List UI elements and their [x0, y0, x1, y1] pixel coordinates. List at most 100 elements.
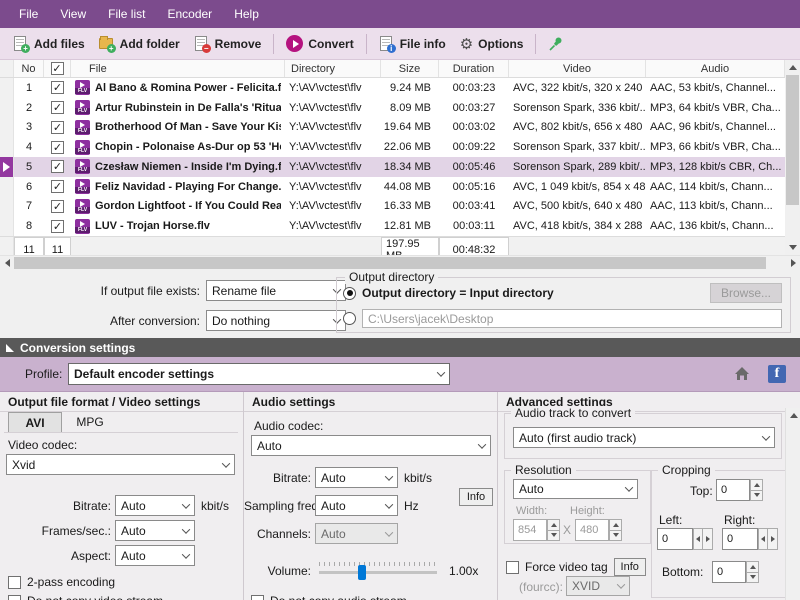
col-header-file[interactable]: File	[71, 60, 285, 77]
audio-info-button[interactable]: Info	[459, 488, 493, 506]
scroll-up-button[interactable]	[786, 408, 800, 423]
directory-cell: Y:\AV\vctest\flv	[289, 180, 362, 193]
channels-select[interactable]: Auto	[315, 523, 398, 544]
menu-file[interactable]: File	[8, 0, 49, 28]
row-checkbox[interactable]: ✓	[51, 219, 64, 233]
row-gutter	[0, 97, 14, 118]
col-header-size[interactable]: Size	[381, 60, 439, 77]
home-button[interactable]	[733, 365, 751, 383]
profile-select[interactable]: Default encoder settings	[68, 363, 450, 385]
conversion-settings-header[interactable]: Conversion settings	[0, 338, 800, 357]
custom-directory-input[interactable]: C:\Users\jacek\Desktop	[362, 309, 782, 328]
row-checkbox[interactable]: ✓	[51, 180, 64, 194]
table-row[interactable]: 5 ✓ FLV Czesław Niemen - Inside I'm Dying.f…	[0, 157, 785, 177]
table-row[interactable]: 8 ✓ FLV LUV - Trojan Horse.flv Y:\AV\vctest\…	[0, 216, 785, 236]
crop-left-stepper[interactable]: 0	[657, 528, 713, 550]
chevron-down-icon	[473, 436, 490, 455]
col-header-audio[interactable]: Audio	[646, 60, 785, 77]
height-stepper[interactable]: 480	[575, 519, 622, 541]
row-checkbox[interactable]: ✓	[51, 199, 64, 213]
row-checkbox[interactable]: ✓	[51, 140, 64, 154]
add-folder-button[interactable]: + Add folder	[92, 33, 187, 55]
header-gutter	[0, 60, 14, 77]
options-button[interactable]: ⚙ Options	[453, 33, 531, 55]
scroll-thumb[interactable]	[14, 257, 766, 269]
menu-encoder[interactable]: Encoder	[156, 0, 223, 28]
col-header-directory[interactable]: Directory	[285, 60, 381, 77]
pin-button[interactable]	[541, 33, 571, 55]
crop-right-stepper[interactable]: 0	[722, 528, 778, 550]
conversion-settings-panels: Output file format / Video settings AVI …	[0, 392, 800, 600]
same-directory-radio[interactable]	[343, 286, 356, 300]
table-vertical-scrollbar[interactable]	[785, 60, 800, 255]
row-checkbox[interactable]: ✓	[51, 101, 64, 115]
remove-button[interactable]: − Remove	[187, 33, 269, 55]
flv-file-icon: FLV	[75, 179, 90, 195]
select-all-checkbox-cell: ✓	[44, 60, 71, 77]
col-header-no[interactable]: No	[14, 60, 44, 77]
slider-track	[319, 571, 437, 574]
audio-track-select[interactable]: Auto (first audio track)	[513, 427, 775, 448]
file-info-label: File info	[399, 36, 446, 51]
aspect-select[interactable]: Auto	[115, 545, 195, 566]
col-header-duration[interactable]: Duration	[439, 60, 509, 77]
spin-buttons[interactable]	[750, 479, 763, 501]
row-checkbox[interactable]: ✓	[51, 160, 64, 174]
scroll-up-button[interactable]	[785, 60, 800, 75]
table-row[interactable]: 6 ✓ FLV Feliz Navidad - Playing For Change.…	[0, 176, 785, 197]
spin-buttons[interactable]	[547, 519, 560, 541]
scroll-left-button[interactable]	[0, 256, 14, 270]
file-info-button[interactable]: i File info	[372, 33, 453, 55]
browse-button[interactable]: Browse...	[710, 283, 782, 303]
spin-buttons[interactable]	[609, 519, 622, 541]
width-stepper[interactable]: 854	[513, 519, 560, 541]
table-row[interactable]: 7 ✓ FLV Gordon Lightfoot - If You Could Rea…	[0, 196, 785, 217]
force-tag-info-button[interactable]: Info	[613, 558, 646, 576]
audio-codec-select[interactable]: Auto	[251, 435, 491, 456]
tab-mpg[interactable]: MPG	[63, 412, 117, 432]
scroll-down-button[interactable]	[785, 240, 800, 255]
if-exists-select[interactable]: Rename file	[206, 280, 346, 301]
after-conversion-select[interactable]: Do nothing	[206, 310, 346, 331]
two-pass-checkbox[interactable]	[8, 575, 21, 589]
video-codec-select[interactable]: Xvid	[6, 454, 235, 475]
row-checkbox[interactable]: ✓	[51, 120, 64, 134]
convert-button[interactable]: Convert	[279, 32, 360, 55]
select-all-checkbox[interactable]: ✓	[50, 62, 64, 75]
scroll-thumb[interactable]	[786, 75, 799, 205]
resolution-select[interactable]: Auto	[513, 479, 638, 499]
table-row[interactable]: 2 ✓ FLV Artur Rubinstein in De Falla's 'Rit…	[0, 97, 785, 118]
no-copy-audio-checkbox[interactable]	[251, 594, 264, 600]
toolbar-separator	[273, 33, 275, 54]
no-copy-video-checkbox[interactable]	[8, 594, 21, 600]
table-row[interactable]: 3 ✓ FLVBrotherhood Of Man - Save Your Kiss…	[0, 117, 785, 138]
volume-slider[interactable]	[319, 562, 437, 580]
menu-view[interactable]: View	[49, 0, 97, 28]
menu-help[interactable]: Help	[223, 0, 270, 28]
duration-cell: 00:03:02	[452, 121, 496, 134]
sampling-select[interactable]: Auto	[315, 495, 398, 516]
spin-buttons[interactable]	[746, 561, 759, 583]
spin-buttons[interactable]	[758, 528, 778, 550]
table-horizontal-scrollbar[interactable]	[0, 255, 800, 269]
advanced-panel-scrollbar[interactable]	[785, 408, 800, 600]
force-video-tag-checkbox[interactable]	[506, 560, 519, 574]
row-checkbox[interactable]: ✓	[51, 81, 64, 95]
fps-select[interactable]: Auto	[115, 520, 195, 541]
tab-avi[interactable]: AVI	[8, 412, 62, 432]
col-header-video[interactable]: Video	[509, 60, 646, 77]
video-bitrate-select[interactable]: Auto	[115, 495, 195, 516]
add-files-button[interactable]: + Add files	[6, 33, 92, 55]
custom-directory-radio[interactable]	[343, 312, 356, 325]
slider-thumb[interactable]	[357, 565, 366, 580]
spin-buttons[interactable]	[693, 528, 713, 550]
fourcc-select[interactable]: XVID	[566, 576, 630, 596]
crop-bottom-stepper[interactable]: 0	[712, 561, 759, 583]
audio-bitrate-select[interactable]: Auto	[315, 467, 398, 488]
facebook-button[interactable]: f	[768, 365, 786, 383]
crop-top-stepper[interactable]: 0	[716, 479, 763, 501]
table-row[interactable]: 4 ✓ FLV Chopin - Polonaise As-Dur op 53 'He…	[0, 137, 785, 157]
table-row[interactable]: 1 ✓ FLV Al Bano & Romina Power - Felicita.f…	[0, 78, 785, 98]
menu-file-list[interactable]: File list	[97, 0, 156, 28]
scroll-right-button[interactable]	[786, 256, 800, 270]
